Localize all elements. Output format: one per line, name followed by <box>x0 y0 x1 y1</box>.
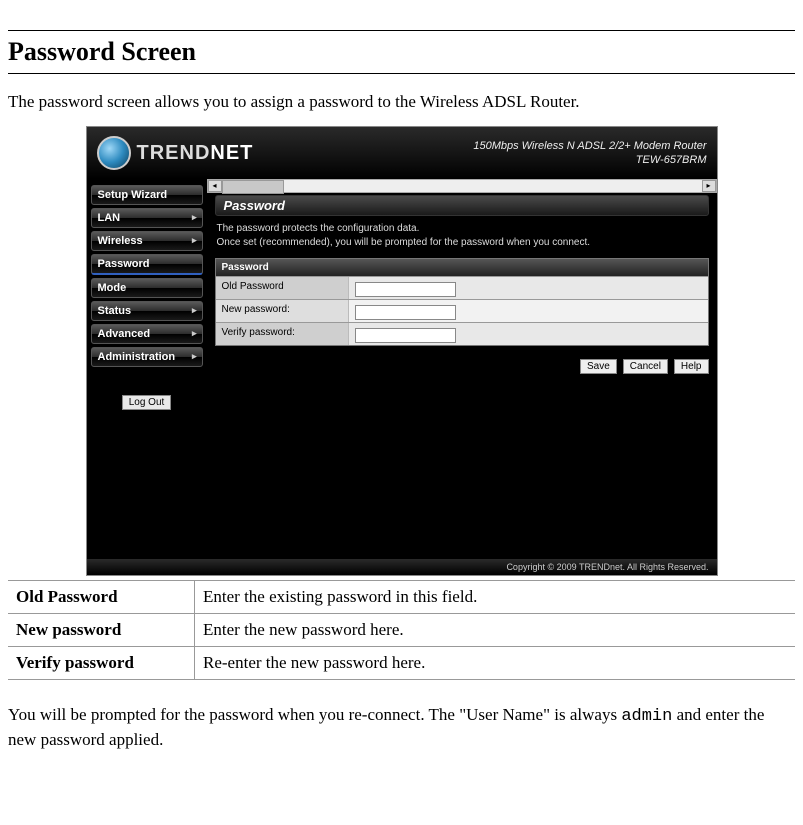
panel-title: Password <box>215 195 709 216</box>
desc-key: Verify password <box>8 647 195 680</box>
old-password-label: Old Password <box>216 277 349 299</box>
desc-key: New password <box>8 614 195 647</box>
intro-text: The password screen allows you to assign… <box>8 92 795 112</box>
router-footer: Copyright © 2009 TRENDnet. All Rights Re… <box>87 559 717 575</box>
model-label: 150Mbps Wireless N ADSL 2/2+ Modem Route… <box>473 139 706 168</box>
nav-mode[interactable]: Mode <box>91 278 203 298</box>
nav-status[interactable]: Status <box>91 301 203 321</box>
scroll-right-arrow-icon[interactable]: ▸ <box>702 180 716 192</box>
outro-code: admin <box>621 707 672 726</box>
router-header: TRENDNET 150Mbps Wireless N ADSL 2/2+ Mo… <box>87 127 717 179</box>
nav-lan[interactable]: LAN <box>91 208 203 228</box>
desc-key: Old Password <box>8 581 195 614</box>
button-row: Save Cancel Help <box>215 356 709 374</box>
desc-val: Enter the new password here. <box>195 614 796 647</box>
description-table: Old Password Enter the existing password… <box>8 580 795 680</box>
sidebar: Setup Wizard LAN Wireless Password Mode … <box>87 179 207 559</box>
model-line1: 150Mbps Wireless N ADSL 2/2+ Modem Route… <box>473 139 706 153</box>
new-password-label: New password: <box>216 300 349 322</box>
desc-val: Enter the existing password in this fiel… <box>195 581 796 614</box>
nav-advanced[interactable]: Advanced <box>91 324 203 344</box>
model-line2: TEW-657BRM <box>473 153 706 167</box>
panel-description: The password protects the configuration … <box>217 222 707 250</box>
nav-setup-wizard[interactable]: Setup Wizard <box>91 185 203 205</box>
table-row: New password Enter the new password here… <box>8 614 795 647</box>
desc-val: Re-enter the new password here. <box>195 647 796 680</box>
help-button[interactable]: Help <box>674 359 709 374</box>
nav-password[interactable]: Password <box>91 254 203 275</box>
nav-wireless[interactable]: Wireless <box>91 231 203 251</box>
page-title: Password Screen <box>8 30 795 74</box>
panel-desc-line2: Once set (recommended), you will be prom… <box>217 236 707 250</box>
outro-text: You will be prompted for the password wh… <box>8 704 795 752</box>
new-password-input[interactable] <box>355 305 456 320</box>
globe-icon <box>97 136 131 170</box>
old-password-input[interactable] <box>355 282 456 297</box>
outro-pre: You will be prompted for the password wh… <box>8 705 621 724</box>
password-form: Password Old Password New password: Veri… <box>215 258 709 346</box>
horizontal-scrollbar[interactable]: ◂ ▸ <box>207 179 717 193</box>
scroll-thumb[interactable] <box>222 180 284 194</box>
table-row: Old Password Enter the existing password… <box>8 581 795 614</box>
verify-password-label: Verify password: <box>216 323 349 345</box>
logout-button[interactable]: Log Out <box>122 395 172 410</box>
main-panel: ◂ ▸ Password The password protects the c… <box>207 179 717 559</box>
brand-text: TRENDNET <box>137 142 254 165</box>
verify-password-input[interactable] <box>355 328 456 343</box>
panel-desc-line1: The password protects the configuration … <box>217 222 707 236</box>
brand-logo: TRENDNET <box>97 136 254 170</box>
cancel-button[interactable]: Cancel <box>623 359 668 374</box>
form-header: Password <box>216 259 708 276</box>
scroll-left-arrow-icon[interactable]: ◂ <box>208 180 222 192</box>
nav-administration[interactable]: Administration <box>91 347 203 367</box>
save-button[interactable]: Save <box>580 359 617 374</box>
router-screenshot: TRENDNET 150Mbps Wireless N ADSL 2/2+ Mo… <box>86 126 718 576</box>
table-row: Verify password Re-enter the new passwor… <box>8 647 795 680</box>
